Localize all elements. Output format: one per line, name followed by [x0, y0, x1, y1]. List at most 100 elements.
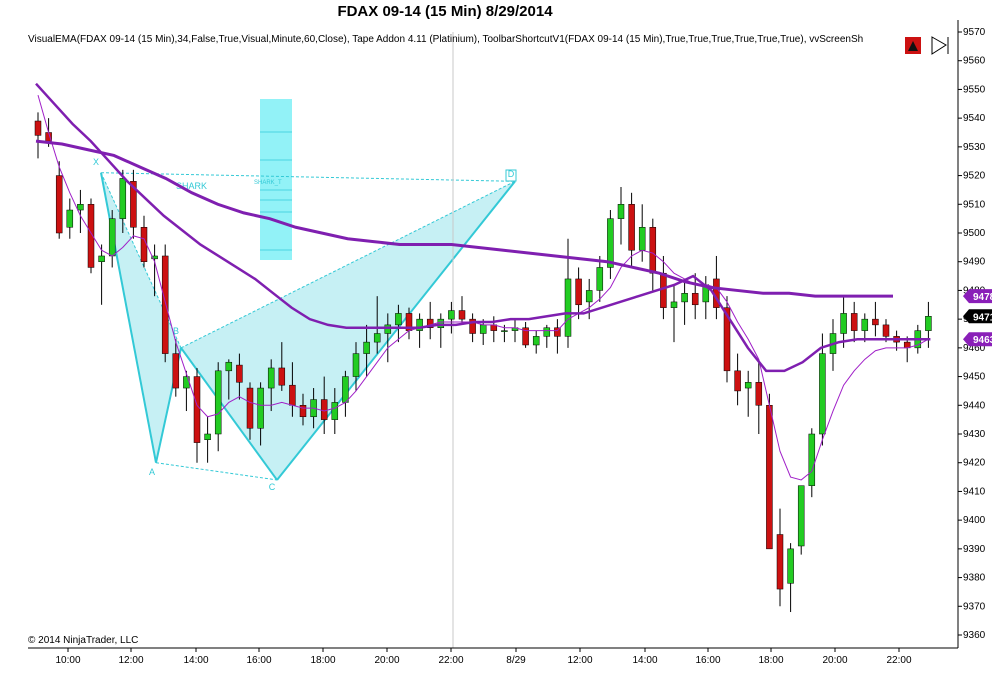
candle-body — [861, 318, 869, 331]
candle-body — [670, 301, 678, 308]
candle-body — [607, 218, 614, 268]
y-tick-label: 9400 — [963, 515, 986, 526]
candle-body — [660, 272, 667, 308]
candle-body — [437, 318, 445, 329]
candle-body — [691, 293, 699, 306]
candle-body — [246, 387, 254, 429]
candle-body — [193, 376, 201, 443]
candle-body — [363, 341, 370, 354]
y-tick-label: 9450 — [963, 372, 986, 383]
candle-body — [819, 353, 826, 435]
candle-body — [34, 120, 42, 136]
candle-body — [342, 376, 349, 403]
chart-area: SHARK_T X A B C D SHARK 9570 9560 9550 9540 9530 9… — [0, 0, 992, 673]
candle-body — [882, 324, 890, 337]
candle-body — [628, 204, 635, 251]
y-tick-label: 9510 — [963, 199, 986, 210]
candle-body — [734, 370, 741, 392]
x-tick-label: 8/29 — [506, 655, 526, 666]
candle-body — [797, 485, 805, 547]
y-tick-label: 9390 — [963, 544, 986, 555]
candle-body — [384, 324, 392, 334]
y-tick-label: 9430 — [963, 429, 986, 440]
candle-body — [98, 255, 105, 262]
candle-body — [352, 353, 360, 377]
candle-body — [850, 313, 858, 331]
y-tick-label: 9540 — [963, 113, 986, 124]
candle-body — [564, 278, 572, 337]
candle-body — [373, 333, 381, 343]
candle-body — [638, 227, 646, 251]
candle-body — [320, 399, 328, 420]
candle-body — [161, 255, 169, 354]
pattern-point-label: X — [93, 157, 99, 167]
y-tick-label: 9500 — [963, 228, 986, 239]
chart-title: FDAX 09-14 (15 Min) 8/29/2014 — [337, 3, 553, 20]
candle-body — [787, 548, 794, 584]
candlestick-chart: SHARK_T XABCDSHARK 957095609550954095309… — [0, 0, 992, 673]
prz-zone-label: SHARK_T — [254, 180, 282, 186]
candle-body — [532, 336, 540, 346]
candle-body — [183, 376, 190, 389]
y-tick-label: 9490 — [963, 257, 986, 268]
x-tick-label: 18:00 — [310, 655, 335, 666]
x-tick-label: 20:00 — [822, 655, 847, 666]
pattern-point-label: C — [269, 482, 276, 492]
copyright-text: © 2014 NinjaTrader, LLC — [28, 635, 138, 646]
price-flag-label: 9463 — [973, 335, 992, 346]
candle-body — [214, 370, 222, 435]
y-tick-label: 9360 — [963, 630, 986, 641]
x-tick-label: 10:00 — [55, 655, 80, 666]
candle-body — [840, 313, 847, 334]
candle-body — [744, 382, 752, 389]
candle-body — [681, 293, 688, 303]
x-tick-label: 14:00 — [183, 655, 208, 666]
candle-body — [257, 387, 264, 429]
y-tick-label: 9550 — [963, 84, 986, 95]
x-tick-label: 22:00 — [886, 655, 911, 666]
x-tick-label: 20:00 — [374, 655, 399, 666]
candle-body — [331, 402, 339, 420]
price-flag-label: 9471 — [973, 312, 992, 323]
candle-body — [172, 353, 180, 389]
pattern-point-label: A — [149, 467, 155, 477]
y-tick-label: 9380 — [963, 573, 986, 584]
candle-body — [596, 267, 604, 291]
candle-body — [543, 327, 551, 337]
candle-body — [585, 290, 593, 303]
candle-body — [448, 310, 455, 320]
candle-body — [55, 175, 63, 234]
candle-body — [267, 367, 275, 389]
candle-body — [575, 278, 582, 306]
candle-body — [289, 384, 296, 406]
x-tick-label: 18:00 — [758, 655, 783, 666]
candle-body — [225, 361, 233, 372]
x-tick-label: 16:00 — [695, 655, 720, 666]
candle-body — [776, 534, 784, 590]
candle-body — [479, 324, 487, 334]
price-flag-label: 9478 — [973, 292, 992, 303]
candle-body — [649, 227, 657, 274]
y-tick-label: 9530 — [963, 142, 986, 153]
y-tick-label: 9370 — [963, 601, 986, 612]
candle-body — [108, 218, 116, 257]
candle-body — [617, 204, 625, 219]
y-tick-label: 9420 — [963, 458, 986, 469]
y-tick-label: 9570 — [963, 27, 986, 38]
y-tick-label: 9520 — [963, 171, 986, 182]
x-tick-label: 12:00 — [118, 655, 143, 666]
candle-body — [77, 204, 84, 211]
candle-body — [299, 405, 307, 418]
candle-body — [755, 382, 763, 406]
candle-body — [236, 364, 243, 383]
candle-body — [925, 316, 932, 331]
candle-body — [501, 330, 508, 332]
y-tick-label: 9440 — [963, 400, 986, 411]
y-tick-label: 9410 — [963, 486, 986, 497]
candle-body — [119, 178, 127, 219]
candle-body — [66, 209, 74, 228]
toolbar-shortcut-icon[interactable] — [905, 37, 921, 54]
candle-body — [808, 433, 816, 486]
x-tick-label: 22:00 — [438, 655, 463, 666]
candle-body — [872, 318, 879, 326]
